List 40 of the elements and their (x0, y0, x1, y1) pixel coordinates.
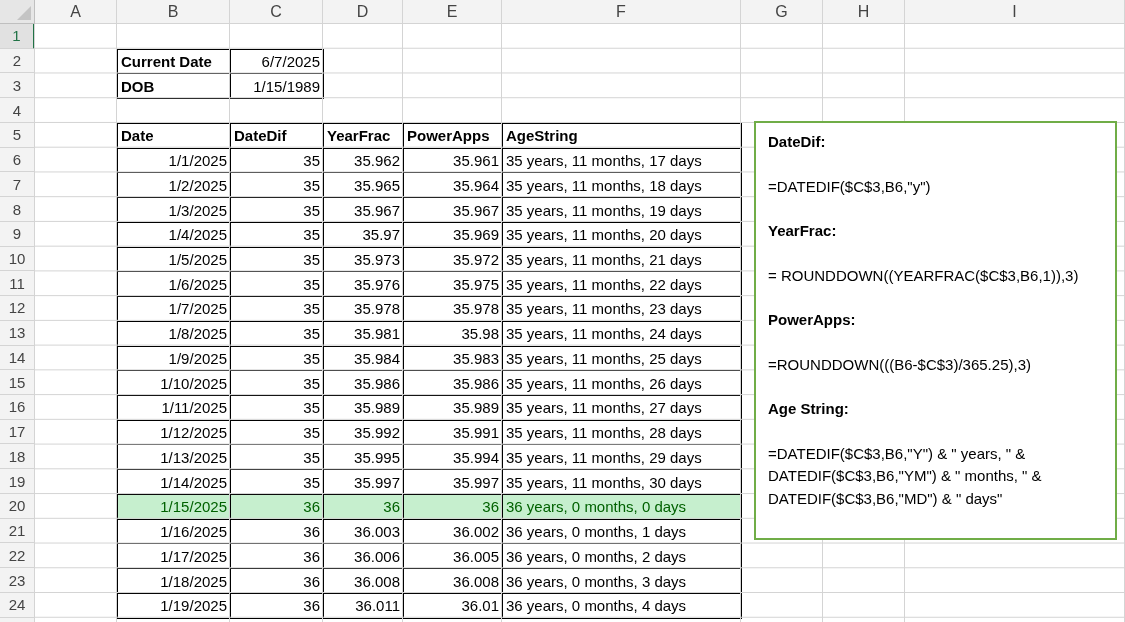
row-header[interactable]: 3 (0, 73, 35, 99)
table-cell: 1/19/2025 (117, 592, 231, 619)
row-header[interactable]: 12 (0, 296, 35, 321)
table-cell: 36 years, 0 months, 0 days (502, 493, 742, 520)
select-all-corner[interactable] (0, 0, 35, 24)
formula-text: =DATEDIF($C$3,B6,"Y") & " years, " & DATEDIF($C$3,B6,"YM") & " months, " & DATEDIF($C$3,B6,"MD") & " days" (768, 443, 1043, 509)
formula-text: =ROUNDDOWN(((B6-$C$3)/365.25),3) (768, 354, 1032, 375)
column-header[interactable]: I (905, 0, 1125, 24)
column-header[interactable]: C (230, 0, 323, 24)
row-header[interactable]: 19 (0, 469, 35, 494)
row-header[interactable]: 18 (0, 444, 35, 470)
formula-heading: PowerApps: (768, 310, 857, 330)
formula-text: = ROUNDDOWN((YEARFRAC($C$3,B6,1)),3) (768, 265, 1080, 286)
row-header[interactable]: 15 (0, 370, 35, 395)
row-header[interactable]: 23 (0, 568, 35, 593)
row-header[interactable]: 11 (0, 271, 35, 297)
formula-heading: YearFrac: (768, 221, 838, 241)
formula-heading: Age String: (768, 399, 850, 419)
table-cell: 36 (323, 493, 404, 520)
table-cell: 36 years, 0 months, 4 days (502, 592, 742, 619)
column-header-cell: Date (117, 122, 231, 149)
row-header[interactable]: 8 (0, 197, 35, 222)
formula-heading: DateDif: (768, 132, 827, 152)
table-cell: 1/15/2025 (117, 493, 231, 520)
row-header[interactable]: 1 (0, 24, 35, 49)
row-header[interactable]: 7 (0, 172, 35, 198)
column-header[interactable]: E (403, 0, 502, 24)
row-header[interactable]: 4 (0, 98, 35, 123)
table-cell: 36 (403, 493, 503, 520)
column-header[interactable]: H (823, 0, 905, 24)
table-cell: 36 (230, 493, 324, 520)
row-header[interactable]: 22 (0, 543, 35, 569)
column-header[interactable]: B (117, 0, 230, 24)
column-header[interactable]: D (323, 0, 403, 24)
column-header-cell: AgeString (502, 122, 742, 149)
column-header[interactable]: G (741, 0, 823, 24)
formula-text: =DATEDIF($C$3,B6,"y") (768, 176, 932, 197)
row-header[interactable]: 16 (0, 395, 35, 420)
column-header[interactable]: A (35, 0, 117, 24)
column-header[interactable]: F (502, 0, 741, 24)
